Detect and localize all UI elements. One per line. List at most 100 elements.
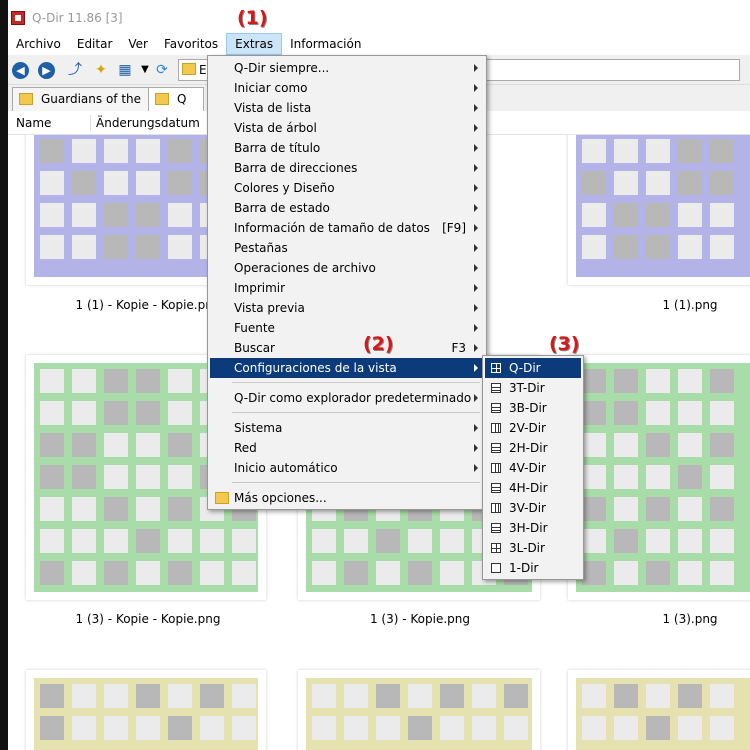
menu-shortcut: [F9] [442,221,466,235]
menu-item-informacion-de-tamano-de-datos[interactable]: Información de tamaño de datos [F9] [210,218,484,238]
tab-label: Q [177,92,187,106]
menu-item-barra-de-direcciones[interactable]: Barra de direcciones [210,158,484,178]
menu-extras[interactable]: Extras [226,33,283,55]
column-name[interactable]: Name [16,116,51,130]
menu-item-label: Red [234,441,257,455]
menu-item-barra-de-titulo[interactable]: Barra de título [210,138,484,158]
submenu-item-4v-dir[interactable]: 4V-Dir [485,458,581,478]
submenu-item-2h-dir[interactable]: 2H-Dir [485,438,581,458]
menu-item-buscar[interactable]: Buscar F3 [210,338,484,358]
file-caption[interactable]: 1 (3).png [560,612,750,626]
view-settings-submenu: Q-Dir 3T-Dir 3B-Dir 2V-Dir 2H-Dir 4V-Dir 4H-Di… [482,355,584,580]
menu-bar: Archivo Editar Ver Favoritos Extras Info… [8,33,750,55]
thumbnail-image [576,363,750,592]
thumbnail-8[interactable] [568,670,750,750]
menu-informacion[interactable]: Información [282,33,369,55]
menu-item-fuente[interactable]: Fuente [210,318,484,338]
folder-icon [19,93,33,105]
submenu-arrow-icon [474,424,478,432]
menu-item-vista-previa[interactable]: Vista previa [210,298,484,318]
tab-q[interactable]: Q [148,87,204,111]
submenu-item-label: 3B-Dir [509,401,547,415]
menu-item-label: Vista previa [234,301,305,315]
menu-item-pestanas[interactable]: Pestañas [210,238,484,258]
menu-item-label: Vista de árbol [234,121,317,135]
menu-item-iniciar-como[interactable]: Iniciar como [210,78,484,98]
menu-ver[interactable]: Ver [120,33,156,55]
thumbnail-image [306,678,532,750]
column-separator[interactable] [90,115,91,131]
thumbnail-image [34,678,258,750]
menu-item-label: Fuente [234,321,275,335]
app-icon [11,11,25,25]
submenu-arrow-icon [474,304,478,312]
thumbnail-image [576,678,750,750]
submenu-item-3l-dir[interactable]: 3L-Dir [485,538,581,558]
column-modified[interactable]: Änderungsdatum [96,116,200,130]
submenu-item-3h-dir[interactable]: 3H-Dir [485,518,581,538]
four-horizontal-layout-icon [491,483,501,493]
folder-icon [182,63,196,75]
menu-item-vista-de-lista[interactable]: Vista de lista [210,98,484,118]
menu-item-label: Barra de título [234,141,321,155]
submenu-item-label: 2V-Dir [509,421,546,435]
menu-editar[interactable]: Editar [69,33,121,55]
file-caption[interactable]: 1 (3) - Kopie.png [290,612,550,626]
back-icon[interactable]: ◀ [12,62,29,79]
submenu-item-3b-dir[interactable]: 3B-Dir [485,398,581,418]
submenu-arrow-icon [474,364,478,372]
menu-favoritos[interactable]: Favoritos [156,33,226,55]
submenu-arrow-icon [474,444,478,452]
menu-item-mas-opciones[interactable]: Más opciones... [210,488,484,508]
menu-separator [232,382,480,383]
submenu-item-q-dir[interactable]: Q-Dir [485,358,581,378]
file-caption[interactable]: 1 (3) - Kopie - Kopie.png [18,612,278,626]
submenu-arrow-icon [474,104,478,112]
submenu-item-3t-dir[interactable]: 3T-Dir [485,378,581,398]
menu-item-imprimir[interactable]: Imprimir [210,278,484,298]
view-mode-icon[interactable]: ▦ [116,61,134,79]
menu-item-label: Operaciones de archivo [234,261,376,275]
menu-item-configuraciones-de-la-vista[interactable]: Configuraciones de la vista [210,358,484,378]
three-top-layout-icon [491,383,501,393]
thumbnail-2[interactable] [568,135,750,285]
submenu-item-3v-dir[interactable]: 3V-Dir [485,498,581,518]
thumbnail-7[interactable] [298,670,540,750]
thumbnail-6[interactable] [26,670,266,750]
menu-archivo[interactable]: Archivo [8,33,69,55]
menu-item-label: Barra de estado [234,201,330,215]
menu-item-colores-y-diseno[interactable]: Colores y Diseño [210,178,484,198]
chevron-down-icon[interactable]: ▼ [136,61,154,79]
folder-icon [215,492,229,504]
submenu-item-4h-dir[interactable]: 4H-Dir [485,478,581,498]
menu-item-vista-de-arbol[interactable]: Vista de árbol [210,118,484,138]
tab-guardians[interactable]: Guardians of the ... [12,87,150,120]
menu-item-inicio-automatico[interactable]: Inicio automático [210,458,484,478]
menu-item-sistema[interactable]: Sistema [210,418,484,438]
menu-item-label: Inicio automático [234,461,338,475]
thumbnail-image [576,135,750,277]
two-horizontal-layout-icon [491,443,501,453]
new-folder-icon[interactable]: ✦ [92,61,110,79]
submenu-arrow-icon [474,264,478,272]
up-folder-icon[interactable]: ⤴ [66,61,84,79]
submenu-arrow-icon [474,124,478,132]
menu-item-red[interactable]: Red [210,438,484,458]
submenu-item-2v-dir[interactable]: 2V-Dir [485,418,581,438]
menu-item-label: Imprimir [234,281,286,295]
menu-item-q-dir-como-explorador-predeterminado[interactable]: Q-Dir como explorador predeterminado [210,388,484,408]
submenu-item-label: 3L-Dir [509,541,545,555]
file-caption[interactable]: 1 (1).png [560,298,750,312]
thumbnail-5[interactable] [568,355,750,600]
menu-item-q-dir-siempre[interactable]: Q-Dir siempre... [210,58,484,78]
three-horizontal-layout-icon [491,523,501,533]
submenu-item-label: 3T-Dir [509,381,545,395]
refresh-icon[interactable]: ⟳ [153,61,171,79]
submenu-arrow-icon [474,464,478,472]
submenu-arrow-icon [474,144,478,152]
submenu-item-1-dir[interactable]: 1-Dir [485,558,581,578]
submenu-arrow-icon [474,324,478,332]
menu-item-barra-de-estado[interactable]: Barra de estado [210,198,484,218]
forward-icon[interactable]: ▶ [38,62,55,79]
menu-item-operaciones-de-archivo[interactable]: Operaciones de archivo [210,258,484,278]
